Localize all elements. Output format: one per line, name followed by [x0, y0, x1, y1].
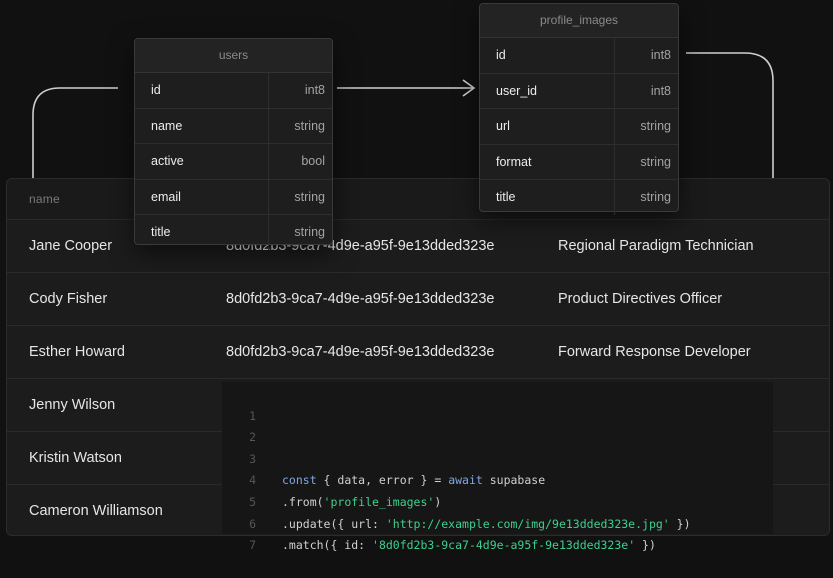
column-divider [614, 73, 615, 109]
cell-title: Forward Response Developer [558, 344, 751, 360]
code-line: 2 [222, 406, 773, 444]
column-divider [268, 179, 269, 215]
field-type: int8 [650, 48, 671, 62]
code-line: 1 [222, 384, 773, 423]
field-type: int8 [650, 83, 671, 98]
users-left-connector [32, 87, 118, 180]
schema-field-row[interactable]: active bool [135, 144, 332, 180]
code-text: .match({ id: '8d0fd2b3-9ca7-4d9e-a95f-9e… [282, 535, 656, 557]
cell-name: Jane Cooper [29, 238, 113, 254]
schema-field-row[interactable]: id int8 [480, 38, 678, 74]
field-type: string [294, 189, 325, 204]
cell-id: 8d0fd2b3-9ca7-4d9e-a95f-9e13dded323e [226, 344, 495, 360]
schema-field-row[interactable]: url string [480, 109, 678, 145]
schema-field-row[interactable]: email string [135, 179, 332, 216]
schema-field-row[interactable]: title string [480, 180, 678, 215]
field-name: url [496, 119, 510, 134]
users-schema-card[interactable]: users id int8 name string active bool em… [134, 38, 333, 250]
column-divider [614, 144, 615, 180]
field-type: string [640, 119, 671, 134]
cell-name: Cameron Williamson [29, 503, 163, 519]
field-name: user_id [496, 83, 537, 98]
cell-name: Jenny Wilson [29, 397, 116, 413]
schema-field-row[interactable]: title string [135, 215, 332, 250]
string-token: '8d0fd2b3-9ca7-4d9e-a95f-9e13dded323e' [372, 538, 636, 553]
schema-field-row[interactable]: format string [480, 144, 678, 181]
column-divider [268, 108, 269, 144]
field-name: email [151, 189, 181, 204]
code-line: 6 .match({ id: '8d0fd2b3-9ca7-4d9e-a95f-… [222, 492, 773, 553]
column-divider [268, 215, 269, 250]
code-token: .match({ id: [282, 538, 373, 553]
code-line: 5 .update({ url: 'http://example.com/img… [222, 470, 773, 531]
column-header-name[interactable]: name [7, 179, 829, 220]
schema-title-profile-images: profile_images [480, 4, 678, 38]
column-divider [268, 73, 269, 108]
table-row[interactable]: Jane Cooper 8d0fd2b3-9ca7-4d9e-a95f-9e13… [7, 220, 829, 273]
line-number: 7 [249, 538, 256, 553]
code-line: 4 .from('profile_images') [222, 449, 773, 509]
column-divider [614, 109, 615, 144]
table-row[interactable]: Cody Fisher 8d0fd2b3-9ca7-4d9e-a95f-9e13… [7, 273, 829, 326]
schema-field-row[interactable]: user_id int8 [480, 73, 678, 110]
cell-name: Kristin Watson [29, 450, 122, 466]
field-type: string [294, 225, 325, 240]
table-row[interactable]: Esther Howard 8d0fd2b3-9ca7-4d9e-a95f-9e… [7, 326, 829, 379]
cell-name: Esther Howard [29, 344, 125, 360]
images-right-connector [686, 52, 774, 180]
code-line: 3 const { data, error } = await supabase [222, 427, 773, 488]
column-divider [614, 180, 615, 215]
field-type: string [294, 118, 325, 133]
schema-field-row[interactable]: name string [135, 108, 332, 145]
profile-images-schema-card[interactable]: profile_images id int8 user_id int8 url … [479, 3, 679, 215]
cell-id: 8d0fd2b3-9ca7-4d9e-a95f-9e13dded323e [226, 291, 495, 307]
field-name: name [151, 118, 183, 133]
field-type: bool [301, 154, 325, 169]
field-name: title [496, 190, 516, 205]
field-type: string [640, 190, 671, 205]
schema-field-row[interactable]: id int8 [135, 73, 332, 109]
column-divider [614, 38, 615, 73]
cell-title: Product Directives Officer [558, 291, 723, 307]
field-name: id [151, 83, 161, 97]
column-divider [268, 144, 269, 179]
code-snippet[interactable]: 1 2 3 const { data, error } = await supa… [222, 382, 773, 553]
schema-title-users: users [135, 39, 332, 73]
field-name: title [151, 225, 171, 240]
field-name: id [496, 48, 506, 62]
field-name: active [151, 154, 184, 169]
code-line: 7 [222, 514, 773, 552]
code-token: }) [635, 538, 656, 553]
field-type: int8 [304, 83, 325, 97]
field-type: string [640, 154, 671, 169]
field-name: format [496, 154, 532, 169]
cell-name: Cody Fisher [29, 291, 108, 307]
cell-title: Regional Paradigm Technician [558, 238, 754, 254]
